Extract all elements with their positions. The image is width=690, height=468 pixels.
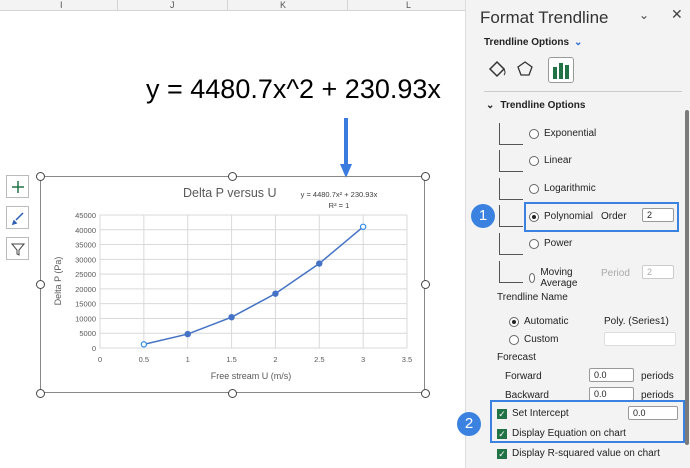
x-axis-label: Free stream U (m/s) — [211, 371, 292, 381]
fill-line-icon[interactable] — [488, 60, 508, 81]
column-header-i[interactable]: I — [60, 0, 63, 10]
chart[interactable]: Delta P versus U y = 4480.7x² + 230.93x … — [40, 176, 425, 393]
callout-badge-2: 2 — [457, 412, 481, 436]
chevron-down-icon: ⌄ — [486, 100, 495, 111]
data-point — [272, 290, 279, 297]
trendline-r2[interactable]: R² = 1 — [329, 201, 350, 210]
resize-handle[interactable] — [35, 388, 45, 398]
data-point — [316, 260, 323, 267]
radio-logarithmic[interactable]: Logarithmic — [529, 183, 596, 194]
y-tick-label: 30000 — [75, 255, 96, 264]
x-tick-label: 2.5 — [314, 355, 324, 364]
y-tick-label: 40000 — [75, 226, 96, 235]
x-tick-label: 0.5 — [139, 355, 149, 364]
logarithmic-trend-icon — [499, 178, 523, 200]
period-label: Period — [601, 268, 630, 279]
y-tick-label: 5000 — [79, 329, 96, 338]
data-point — [140, 341, 148, 348]
resize-handle[interactable] — [420, 388, 430, 398]
trendline-name-label: Trendline Name — [497, 292, 568, 303]
data-point — [228, 313, 235, 321]
resize-handle[interactable] — [420, 279, 430, 289]
radio-power[interactable]: Power — [529, 238, 572, 249]
format-trendline-pane: Format Trendline ⌄ ✕ Trendline Options ⌄ … — [457, 0, 690, 468]
filter-icon[interactable] — [6, 237, 29, 260]
forecast-label: Forecast — [497, 352, 536, 363]
resize-handle[interactable] — [420, 171, 430, 181]
y-tick-label: 35000 — [75, 241, 96, 250]
forward-input[interactable]: 0.0 — [589, 368, 634, 382]
section-title: Trendline Options — [500, 100, 586, 111]
radio-linear[interactable]: Linear — [529, 155, 572, 166]
label: Power — [544, 238, 573, 249]
chart-svg: Delta P versus U y = 4480.7x² + 230.93x … — [53, 186, 412, 381]
data-point — [359, 223, 367, 230]
brush-icon[interactable] — [6, 206, 29, 229]
linear-trend-icon — [499, 150, 523, 172]
y-tick-label: 10000 — [75, 314, 96, 323]
chart-title: Delta P versus U — [183, 186, 277, 200]
y-tick-label: 25000 — [75, 270, 96, 279]
label: Linear — [544, 155, 572, 166]
options-dropdown-label: Trendline Options — [484, 37, 570, 48]
label: Logarithmic — [544, 183, 596, 194]
period-stepper[interactable]: 2 — [642, 265, 674, 279]
column-header-k[interactable]: K — [280, 0, 286, 10]
x-tick-label: 3 — [361, 355, 365, 364]
radio-automatic[interactable]: Automatic — [509, 316, 568, 327]
x-tick-label: 3.5 — [402, 355, 412, 364]
label: Moving Average — [540, 267, 578, 289]
forward-label: Forward — [505, 371, 542, 382]
arrow-down-icon — [340, 118, 352, 178]
plus-icon[interactable] — [6, 175, 29, 198]
exponential-trend-icon — [499, 123, 523, 145]
resize-handle[interactable] — [35, 171, 45, 181]
annotation-equation: y = 4480.7x^2 + 230.93x — [146, 74, 441, 104]
polynomial-trend-icon — [499, 205, 523, 227]
trendline-equation[interactable]: y = 4480.7x² + 230.93x — [301, 190, 378, 199]
label: Custom — [524, 334, 559, 345]
resize-handle[interactable] — [35, 279, 45, 289]
checkbox-display-r-squared[interactable]: ✓ Display R-squared value on chart — [497, 448, 660, 459]
section-trendline-options[interactable]: ⌄ Trendline Options — [486, 100, 585, 111]
options-dropdown[interactable]: Trendline Options ⌄ — [484, 37, 582, 48]
radio-exponential[interactable]: Exponential — [529, 128, 596, 139]
pane-scrollbar[interactable] — [685, 110, 689, 445]
x-tick-label: 0 — [98, 355, 102, 364]
radio-custom[interactable]: Custom — [509, 334, 558, 345]
chevron-down-icon[interactable]: ⌄ — [639, 8, 649, 22]
trendline-options-icon[interactable] — [548, 57, 574, 83]
y-axis-label: Delta P (Pa) — [53, 257, 63, 306]
x-tick-label: 2 — [273, 355, 277, 364]
backward-input[interactable]: 0.0 — [589, 387, 634, 401]
column-headers: I J K L — [0, 0, 465, 11]
highlight-box-2 — [490, 400, 685, 443]
x-tick-label: 1 — [186, 355, 190, 364]
power-trend-icon — [499, 233, 523, 255]
y-tick-label: 20000 — [75, 285, 96, 294]
resize-handle[interactable] — [227, 171, 237, 181]
pane-title: Format Trendline — [480, 8, 609, 27]
radio-moving-average[interactable]: Moving Average — [529, 267, 579, 289]
forward-periods-label: periods — [641, 371, 674, 382]
custom-name-input[interactable] — [604, 332, 676, 346]
highlight-box-1 — [524, 202, 679, 232]
x-tick-label: 1.5 — [226, 355, 236, 364]
label: Display R-squared value on chart — [512, 448, 660, 459]
column-header-l[interactable]: L — [406, 0, 411, 10]
y-tick-label: 0 — [92, 344, 96, 353]
y-tick-label: 15000 — [75, 300, 96, 309]
callout-badge-1: 1 — [471, 204, 495, 228]
effects-pentagon-icon[interactable] — [516, 60, 534, 81]
close-icon[interactable]: ✕ — [671, 6, 683, 23]
column-header-j[interactable]: J — [170, 0, 175, 10]
y-tick-label: 45000 — [75, 211, 96, 220]
resize-handle[interactable] — [227, 388, 237, 398]
data-point — [184, 330, 191, 338]
chevron-down-icon: ⌄ — [574, 37, 583, 48]
label: Exponential — [544, 128, 597, 139]
label: Automatic — [524, 316, 569, 327]
moving-average-icon — [499, 261, 523, 283]
automatic-name-value: Poly. (Series1) — [604, 316, 669, 327]
